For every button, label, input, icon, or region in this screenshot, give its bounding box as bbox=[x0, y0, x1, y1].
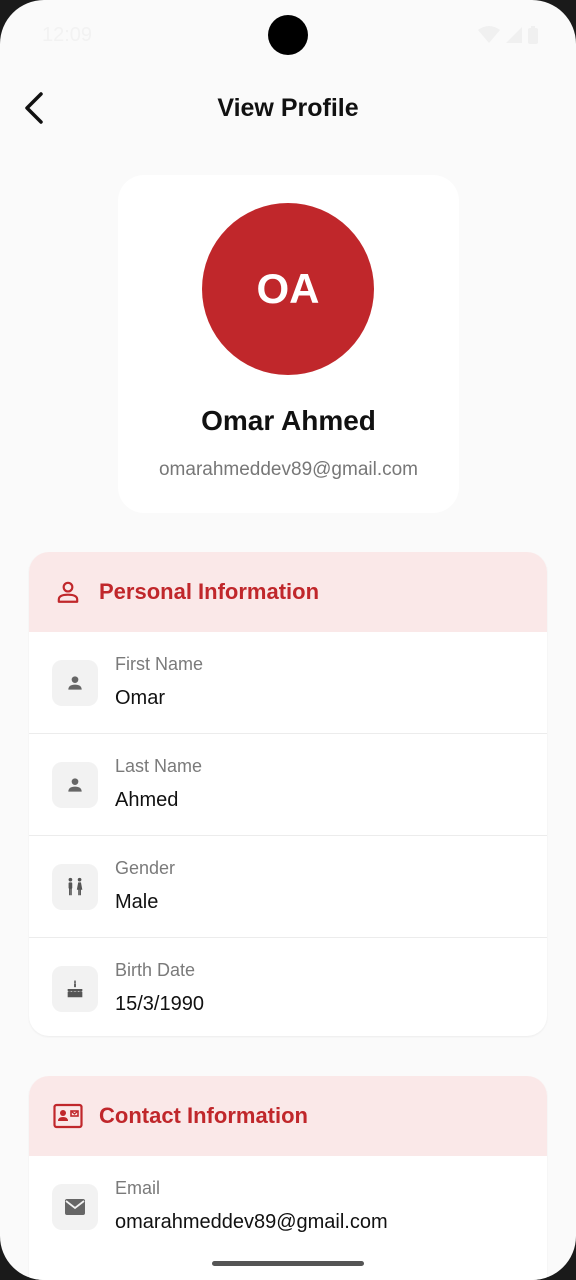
section-title: Personal Information bbox=[99, 579, 320, 604]
status-icons bbox=[478, 26, 538, 49]
section-header: Contact Information bbox=[29, 1076, 547, 1156]
section-title: Contact Information bbox=[99, 1103, 308, 1128]
person-outline-icon bbox=[53, 577, 83, 607]
wifi-icon bbox=[478, 26, 500, 49]
info-row-birth-date: Birth Date 15/3/1990 bbox=[29, 938, 547, 1036]
info-row-last-name: Last Name Ahmed bbox=[29, 734, 547, 836]
person-icon bbox=[52, 660, 98, 706]
info-row-email: Email omarahmeddev89@gmail.com bbox=[29, 1156, 547, 1257]
row-value: Male bbox=[115, 891, 159, 913]
app-bar: View Profile bbox=[0, 70, 576, 150]
signal-icon bbox=[506, 26, 522, 49]
profile-card: OA Omar Ahmed omarahmeddev89@gmail.com bbox=[118, 175, 459, 513]
wc-icon bbox=[52, 864, 98, 910]
status-bar: 12:09 bbox=[0, 0, 576, 70]
row-value: Omar bbox=[115, 687, 165, 709]
row-value: Ahmed bbox=[115, 789, 179, 811]
row-label: Last Name bbox=[115, 756, 203, 776]
row-label: Birth Date bbox=[115, 960, 196, 980]
avatar: OA bbox=[202, 203, 374, 375]
profile-name: Omar Ahmed bbox=[201, 405, 376, 436]
row-label: First Name bbox=[115, 654, 204, 674]
contact-card-icon bbox=[53, 1101, 83, 1131]
row-value: 15/3/1990 bbox=[115, 993, 204, 1015]
info-row-gender: Gender Male bbox=[29, 836, 547, 938]
contact-information-section: Contact Information Email omarahmeddev89… bbox=[29, 1076, 547, 1280]
personal-information-section: Personal Information First Name Omar Las… bbox=[29, 552, 547, 1036]
home-indicator[interactable] bbox=[212, 1261, 364, 1266]
page-title: View Profile bbox=[217, 94, 359, 122]
row-label: Gender bbox=[115, 858, 176, 878]
row-label: Email bbox=[115, 1178, 161, 1198]
avatar-initials: OA bbox=[256, 265, 320, 312]
row-value: omarahmeddev89@gmail.com bbox=[115, 1211, 388, 1233]
profile-email: omarahmeddev89@gmail.com bbox=[158, 459, 418, 480]
status-time: 12:09 bbox=[42, 24, 93, 46]
email-icon bbox=[52, 1184, 98, 1230]
battery-icon bbox=[528, 26, 538, 49]
screen: 12:09 View Profile OA Omar Ahmed omarahm… bbox=[0, 0, 576, 1280]
info-row-first-name: First Name Omar bbox=[29, 632, 547, 734]
camera-cutout bbox=[268, 15, 308, 55]
section-header: Personal Information bbox=[29, 552, 547, 632]
person-icon bbox=[52, 762, 98, 808]
cake-icon bbox=[52, 966, 98, 1012]
